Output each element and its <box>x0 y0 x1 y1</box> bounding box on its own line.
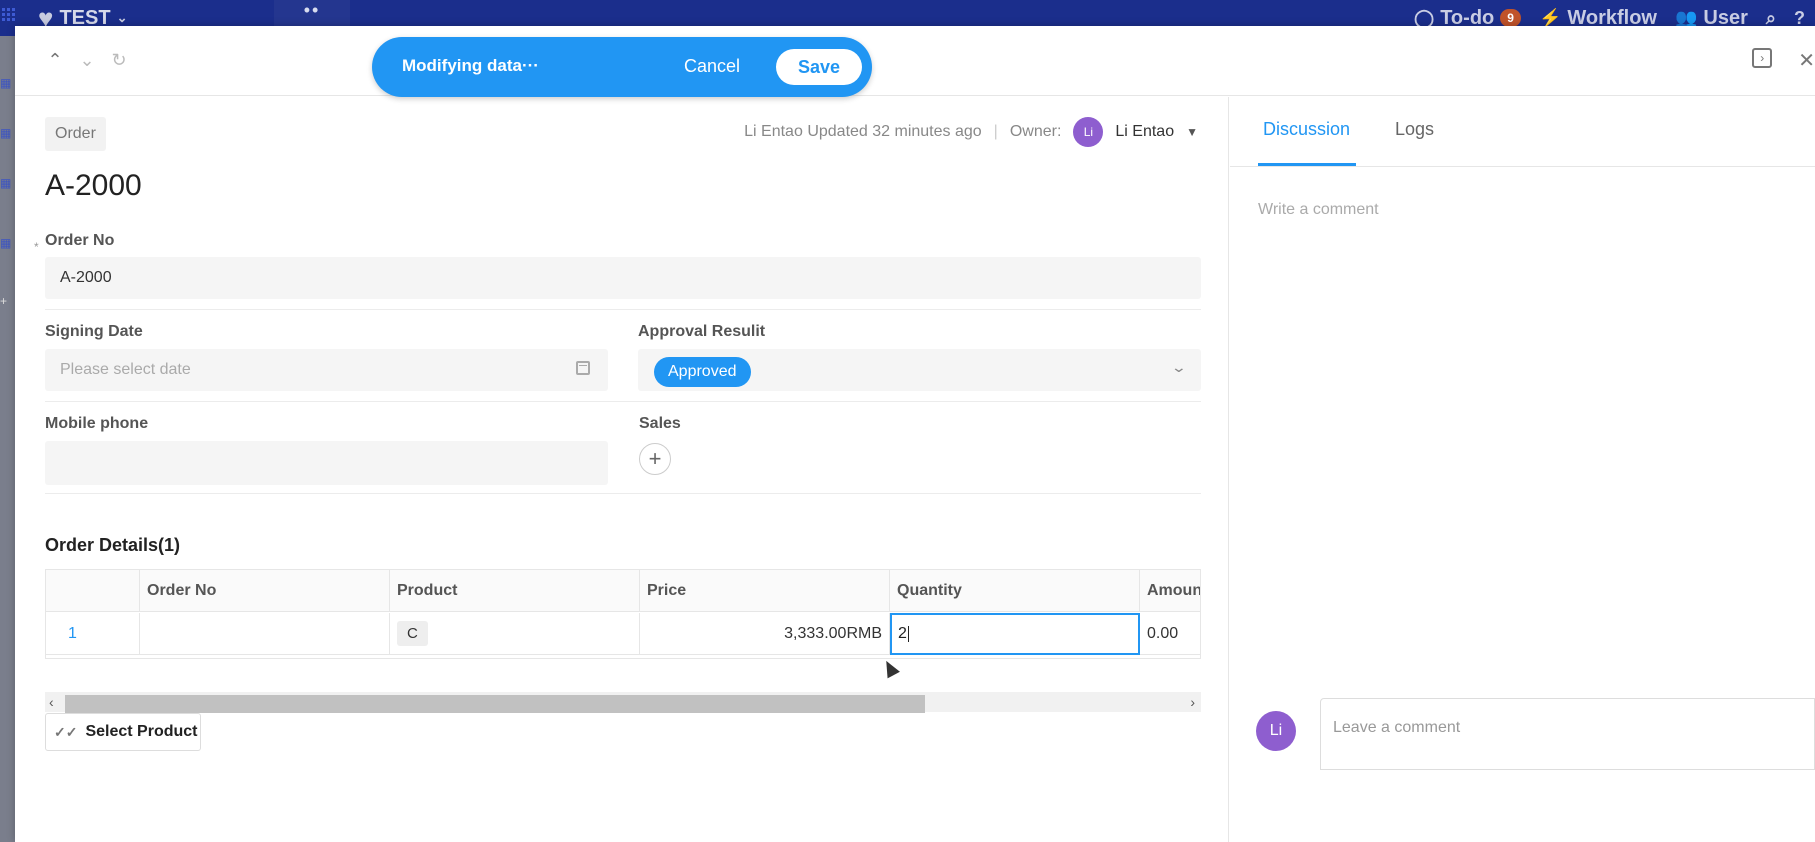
divider <box>45 401 1201 402</box>
scroll-right-icon[interactable]: › <box>1190 694 1195 710</box>
add-sales-button[interactable]: + <box>639 443 671 475</box>
previous-record-icon[interactable]: ⌃ <box>45 50 65 71</box>
horizontal-scrollbar[interactable]: ‹ › <box>45 692 1201 713</box>
quantity-input[interactable]: 2 <box>890 613 1140 655</box>
order-no-value: A-2000 <box>60 269 112 286</box>
current-user-avatar: Li <box>1256 711 1296 751</box>
cancel-button[interactable]: Cancel <box>684 56 740 77</box>
close-icon[interactable]: ✕ <box>1798 48 1815 73</box>
table-icon: ▦ <box>0 176 12 190</box>
product-chip: C <box>397 621 428 646</box>
refresh-icon[interactable]: ↻ <box>109 50 129 71</box>
signing-date-label: Signing Date <box>45 323 143 340</box>
comment-input[interactable]: Leave a comment <box>1320 698 1815 770</box>
updated-time: Updated 32 minutes ago <box>807 123 982 140</box>
signing-date-field[interactable]: Please select date <box>45 349 608 391</box>
worksheet-tag[interactable]: Order <box>45 117 106 151</box>
save-button[interactable]: Save <box>776 49 862 85</box>
required-icon: * <box>34 240 39 254</box>
column-header: Order No <box>140 570 390 612</box>
column-header <box>46 570 140 612</box>
scrollbar-thumb[interactable] <box>65 695 925 713</box>
more-dots[interactable]: •• <box>274 0 350 26</box>
owner-name[interactable]: Li Entao <box>1115 123 1174 141</box>
column-header: Quantity <box>890 570 1140 612</box>
owner-avatar: Li <box>1073 117 1104 147</box>
row-number[interactable]: 1 <box>46 613 140 655</box>
background-sidebar: ▦ ▦ ▦ ▦ + <box>0 36 15 842</box>
chevron-down-icon: ⌄ <box>116 10 128 25</box>
modifying-message: Modifying data··· <box>402 56 539 75</box>
column-header: Price <box>640 570 890 612</box>
divider <box>45 493 1201 494</box>
modal-header: ⌃ ⌄ ↻ › ✕ <box>15 26 1815 96</box>
approval-tag: Approved <box>654 357 751 387</box>
approval-select[interactable]: Approved ⌄ <box>638 349 1201 391</box>
order-no-cell[interactable] <box>140 613 390 655</box>
record-modal: ⌃ ⌄ ↻ › ✕ Modifying data··· Cancel Save … <box>15 26 1815 842</box>
header-actions: › ✕ <box>1752 48 1815 73</box>
text-cursor <box>907 625 909 642</box>
sales-label: Sales <box>639 415 681 432</box>
updated-by: Li Entao <box>744 123 803 140</box>
table-icon: ▦ <box>0 236 12 250</box>
meta-divider: | <box>993 123 998 140</box>
next-record-icon[interactable]: ⌄ <box>77 50 97 71</box>
tab-logs[interactable]: Logs <box>1395 119 1434 140</box>
select-product-label: Select Product <box>85 723 198 740</box>
tab-discussion[interactable]: Discussion <box>1263 119 1350 140</box>
table-row: 1 C 3,333.00RMB 2 0.00 <box>46 613 1200 655</box>
table-header: Order No Product Price Quantity Amoun <box>46 570 1200 612</box>
record-form: Order Li Entao Updated 32 minutes ago | … <box>15 97 1229 842</box>
price-cell[interactable]: 3,333.00RMB <box>640 613 890 655</box>
column-header: Product <box>390 570 640 612</box>
quantity-value: 2 <box>898 625 907 642</box>
side-tabs: Discussion Logs <box>1230 97 1815 167</box>
signing-date-placeholder: Please select date <box>60 361 191 378</box>
record-title: A-2000 <box>45 169 142 202</box>
select-product-button[interactable]: ✓✓ Select Product <box>45 713 201 751</box>
order-details-title: Order Details(1) <box>45 535 181 555</box>
updated-info: Li Entao Updated 32 minutes ago <box>744 123 982 141</box>
write-comment-prompt[interactable]: Write a comment <box>1258 201 1379 219</box>
table-icon: ▦ <box>0 76 12 90</box>
caret-down-icon[interactable]: ▼ <box>1186 125 1198 139</box>
divider <box>45 309 1201 310</box>
side-panel: Discussion Logs Write a comment Li Leave… <box>1230 97 1815 842</box>
record-meta: Li Entao Updated 32 minutes ago | Owner:… <box>744 117 1198 147</box>
edit-status-bar: Modifying data··· Cancel Save <box>372 37 872 97</box>
order-details-table: Order No Product Price Quantity Amoun 1 … <box>45 569 1201 659</box>
order-no-field[interactable]: A-2000 <box>45 257 1201 299</box>
mobile-label: Mobile phone <box>45 415 149 432</box>
double-check-icon: ✓✓ <box>54 723 78 740</box>
column-header: Amoun <box>1140 570 1200 612</box>
order-no-label: Order No <box>45 232 115 249</box>
active-tab-indicator <box>1258 163 1356 166</box>
toggle-panel-icon[interactable]: › <box>1752 48 1773 68</box>
chevron-down-icon: ⌄ <box>1170 359 1188 375</box>
record-nav: ⌃ ⌄ ↻ <box>45 50 129 71</box>
table-icon: ▦ <box>0 126 12 140</box>
mobile-field[interactable] <box>45 441 608 485</box>
todo-badge: 9 <box>1500 9 1521 27</box>
amount-cell[interactable]: 0.00 <box>1140 613 1200 655</box>
approval-label: Approval Resulit <box>638 323 766 340</box>
owner-label: Owner: <box>1009 123 1062 140</box>
mouse-pointer-icon <box>880 657 900 679</box>
apps-grid-icon[interactable] <box>2 8 16 22</box>
scroll-left-icon[interactable]: ‹ <box>49 694 54 710</box>
calendar-icon <box>576 361 590 375</box>
plus-icon: + <box>0 294 8 308</box>
product-cell[interactable]: C <box>390 613 640 655</box>
